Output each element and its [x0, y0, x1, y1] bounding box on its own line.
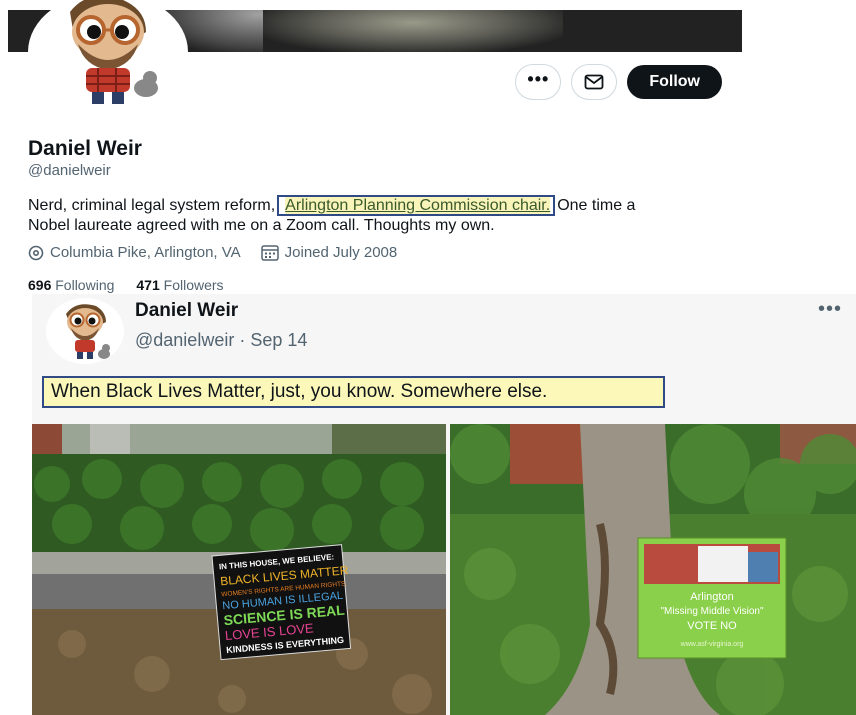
tweet-photo-left[interactable]: IN THIS HOUSE, WE BELIEVE: BLACK LIVES M…	[32, 424, 446, 715]
profile-handle: @danielweir	[28, 162, 111, 179]
profile-bio: Nerd, criminal legal system reform, Arlin…	[28, 195, 748, 236]
tweet-handle-date[interactable]: @danielweir · Sep 14	[135, 330, 307, 351]
profile-actions: ••• Follow	[515, 64, 722, 100]
envelope-icon	[584, 74, 604, 90]
profile-avatar[interactable]	[28, 0, 188, 112]
tweet-more-button[interactable]: •••	[818, 298, 842, 321]
following-label: Following	[55, 277, 115, 293]
profile-joined: Joined July 2008	[284, 244, 398, 261]
profile-meta: Columbia Pike, Arlington, VA Joined July…	[28, 244, 397, 261]
bio-text-line2: Nobel laureate agreed with me on a Zoom …	[28, 217, 495, 234]
following-link[interactable]: 696 Following	[28, 277, 114, 293]
follow-button[interactable]: Follow	[627, 65, 722, 99]
bio-link[interactable]: Arlington Planning Commission chair.	[285, 197, 551, 214]
more-options-button[interactable]: •••	[515, 64, 562, 100]
tweet-photo-right[interactable]: Arlington "Missing Middle Vision" VOTE N…	[450, 424, 856, 715]
profile-location: Columbia Pike, Arlington, VA	[50, 244, 241, 261]
followers-count: 471	[136, 277, 160, 293]
sign-right-line2: "Missing Middle Vision"	[660, 606, 764, 617]
tweet-avatar[interactable]	[46, 298, 124, 364]
location-icon	[28, 245, 44, 260]
bio-text: One time a	[557, 197, 636, 214]
calendar-icon	[260, 244, 279, 261]
bio-highlight-box: Arlington Planning Commission chair.	[277, 195, 556, 216]
profile-section: ••• Follow Daniel Weir @danielweir Nerd,…	[0, 0, 856, 294]
tweet-author-name[interactable]: Daniel Weir	[135, 300, 238, 322]
following-count: 696	[28, 277, 52, 293]
followers-label: Followers	[163, 277, 224, 293]
followers-link[interactable]: 471 Followers	[136, 277, 223, 293]
tweet-card[interactable]: Daniel Weir @danielweir · Sep 14 ••• Whe…	[32, 294, 856, 715]
bio-text: Nerd, criminal legal system reform,	[28, 197, 276, 214]
tweet-text: When Black Lives Matter, just, you know.…	[42, 376, 665, 408]
sign-right-line3: VOTE NO	[687, 620, 737, 632]
message-button[interactable]	[571, 64, 618, 100]
profile-name: Daniel Weir	[28, 137, 142, 160]
sign-right-line4: www.asf-virginia.org	[680, 641, 744, 648]
profile-counts: 696 Following 471 Followers	[28, 277, 224, 293]
more-icon: •••	[527, 69, 550, 89]
sign-right-line1: Arlington	[690, 591, 733, 603]
